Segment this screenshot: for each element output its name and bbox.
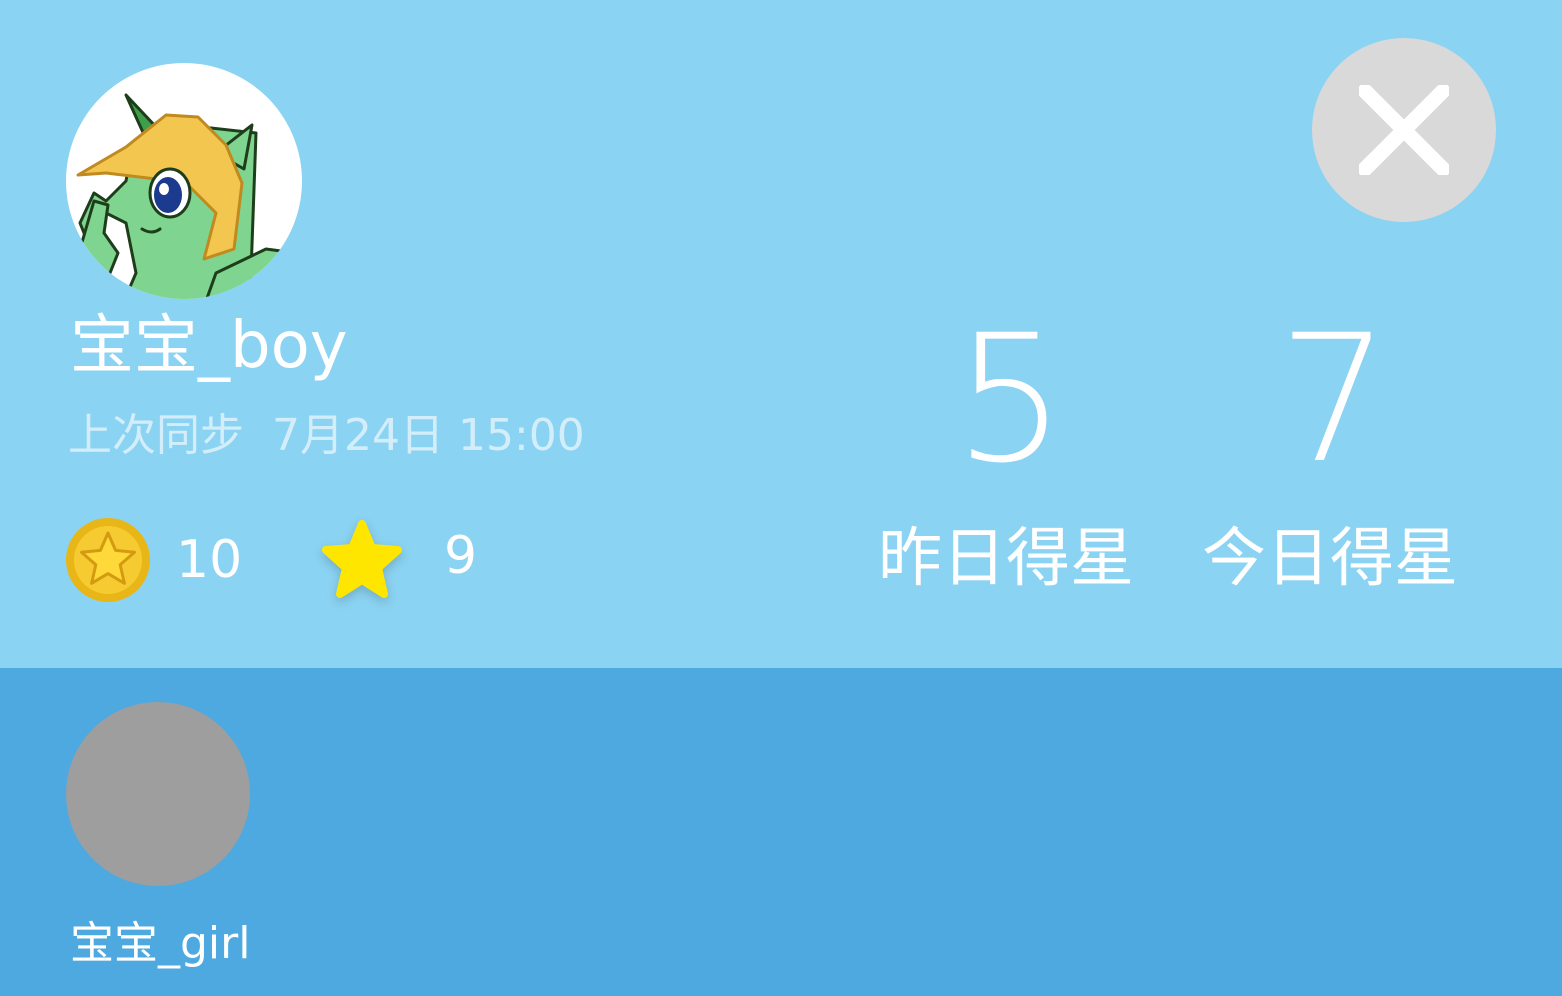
yesterday-stars-value: 5 — [954, 297, 1066, 502]
other-user-avatar[interactable] — [66, 702, 250, 886]
star-count: 9 — [444, 526, 478, 586]
close-icon — [1359, 85, 1449, 175]
user-name: 宝宝_boy — [70, 309, 348, 383]
today-stars-label: 今日得星 — [1202, 522, 1458, 596]
sync-status: 上次同步 7月24日 15:00 — [68, 408, 585, 464]
sync-time: 7月24日 15:00 — [272, 410, 585, 461]
user-avatar[interactable] — [66, 63, 302, 299]
star-icon — [322, 520, 402, 598]
coin-icon — [66, 518, 150, 602]
pony-avatar-icon — [74, 93, 298, 299]
sync-label: 上次同步 — [68, 410, 244, 461]
close-button[interactable] — [1312, 38, 1496, 222]
today-stars-value: 7 — [1278, 297, 1390, 502]
yesterday-stars-label: 昨日得星 — [878, 522, 1134, 596]
other-user-name[interactable]: 宝宝_girl — [70, 916, 250, 972]
current-user-panel: 宝宝_boy 上次同步 7月24日 15:00 10 9 5 昨日得星 7 今日得… — [0, 0, 1562, 668]
coin-count: 10 — [176, 530, 243, 590]
